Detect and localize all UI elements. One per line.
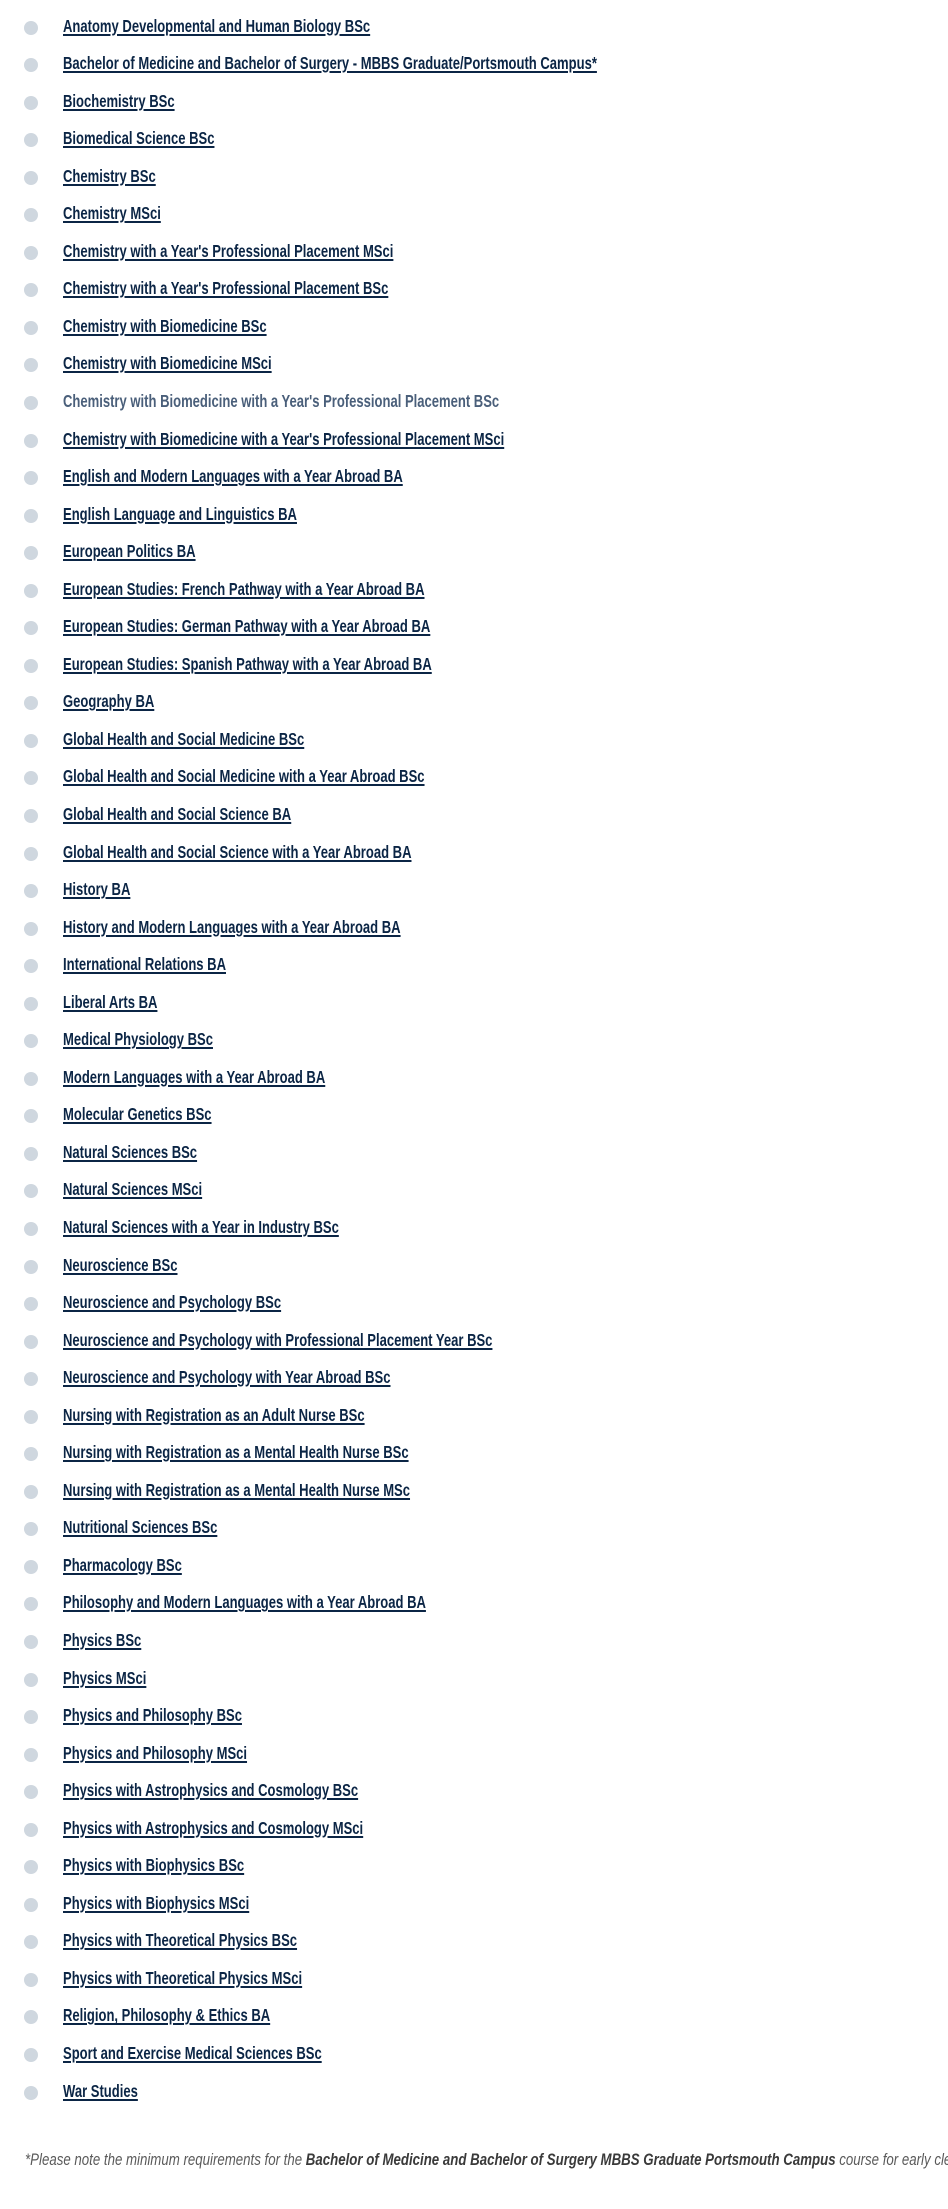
mbbs-requirements-note: *Please note the minimum requirements fo… <box>25 2146 948 2174</box>
note-course-name: Bachelor of Medicine and Bachelor of Sur… <box>305 2150 836 2169</box>
note-container: *Please note the minimum requirements fo… <box>0 0 948 2209</box>
note-prefix: *Please note the minimum requirements fo… <box>25 2150 306 2169</box>
note-suffix: course for early clearing are as follows… <box>839 2150 948 2169</box>
